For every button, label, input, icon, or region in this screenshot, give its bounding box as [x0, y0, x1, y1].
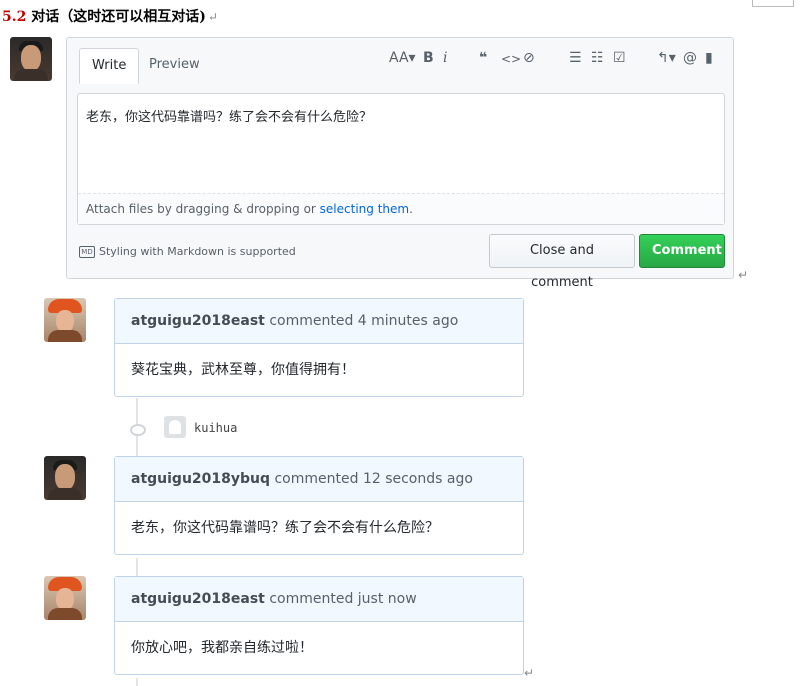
comment-header: atguigu2018ybuq commented 12 seconds ago [115, 457, 523, 502]
timeline-event-dot [130, 424, 146, 436]
comment-time[interactable]: 4 minutes ago [358, 313, 459, 329]
attach-text: Attach files by dragging & dropping or [86, 202, 320, 216]
comment-header: atguigu2018east commented 4 minutes ago [115, 299, 523, 344]
tab-preview[interactable]: Preview [137, 48, 212, 82]
comment-body: 葵花宝典，武林至尊，你值得拥有！ [131, 362, 355, 378]
comment-button[interactable]: Comment [639, 234, 725, 268]
comment-time[interactable]: just now [358, 591, 417, 607]
link-icon[interactable]: ⊘ [523, 50, 535, 66]
return-mark: ↵ [524, 666, 535, 680]
return-mark: ↵ [207, 10, 218, 24]
comment-editor: Write Preview AA▾ B i ❝ <> ⊘ ☰ ☷ ☑ ↰▾ @ … [66, 37, 734, 290]
mention-icon[interactable]: @ [683, 50, 697, 66]
section-heading: 5.2 对话（这时还可以相互对话) ↵ [2, 6, 218, 26]
comment-action: commented [269, 591, 354, 607]
markdown-icon: MD [79, 246, 95, 258]
section-title: 对话（这时还可以相互对话) [31, 9, 206, 25]
comment-body: 你放心吧，我都亲自练过啦！ [131, 640, 313, 656]
comment-textarea[interactable]: 老东，你这代码靠谱吗？练了会不会有什么危险？ Attach files by d… [77, 93, 725, 225]
comment-action: commented [274, 471, 359, 487]
section-number: 5.2 [2, 9, 27, 25]
label-event-text[interactable]: kuihua [194, 421, 237, 435]
comment-author[interactable]: atguigu2018ybuq [131, 471, 270, 487]
code-icon[interactable]: <> [501, 52, 521, 66]
attach-suffix: . [409, 202, 413, 216]
textarea-value[interactable]: 老东，你这代码靠谱吗？练了会不会有什么危险？ [86, 106, 372, 125]
quote-icon[interactable]: ❝ [479, 50, 487, 66]
timeline-line [136, 558, 138, 576]
attach-files-bar[interactable]: Attach files by dragging & dropping or s… [78, 193, 724, 224]
markdown-note[interactable]: MD Styling with Markdown is supported [79, 245, 296, 258]
tab-write[interactable]: Write [79, 48, 140, 84]
numbered-list-icon[interactable]: ☷ [591, 50, 604, 66]
markdown-toolbar: AA▾ B i ❝ <> ⊘ ☰ ☷ ☑ ↰▾ @ ▮ [389, 50, 719, 70]
close-and-comment-button[interactable]: Close and comment [489, 234, 635, 290]
text-size-icon[interactable]: AA▾ [389, 50, 416, 66]
label-event-avatar[interactable] [164, 416, 186, 438]
comment-author[interactable]: atguigu2018east [131, 591, 265, 607]
avatar[interactable] [44, 576, 86, 620]
task-list-icon[interactable]: ☑ [613, 50, 626, 66]
comment: atguigu2018east commented 4 minutes ago … [114, 298, 524, 397]
comment-time[interactable]: 12 seconds ago [363, 471, 473, 487]
reply-icon[interactable]: ↰▾ [657, 50, 676, 66]
bold-icon[interactable]: B [423, 50, 434, 66]
markdown-note-text: Styling with Markdown is supported [99, 245, 296, 258]
return-mark: ↵ [738, 268, 749, 282]
avatar[interactable] [44, 456, 86, 500]
comment-header: atguigu2018east commented just now [115, 577, 523, 622]
italic-icon[interactable]: i [443, 50, 447, 66]
selecting-them-link[interactable]: selecting them [320, 202, 409, 216]
bookmark-icon[interactable]: ▮ [705, 50, 713, 66]
bullet-list-icon[interactable]: ☰ [569, 50, 582, 66]
timeline-line [136, 678, 138, 686]
comment-author[interactable]: atguigu2018east [131, 313, 265, 329]
comment: atguigu2018ybuq commented 12 seconds ago… [114, 456, 524, 555]
comment: atguigu2018east commented just now 你放心吧，… [114, 576, 524, 675]
comment-action: commented [269, 313, 354, 329]
comment-body: 老东，你这代码靠谱吗？练了会不会有什么危险？ [131, 520, 439, 536]
page-corner-mark [752, 0, 794, 7]
avatar[interactable] [44, 298, 86, 342]
avatar[interactable] [10, 37, 52, 81]
